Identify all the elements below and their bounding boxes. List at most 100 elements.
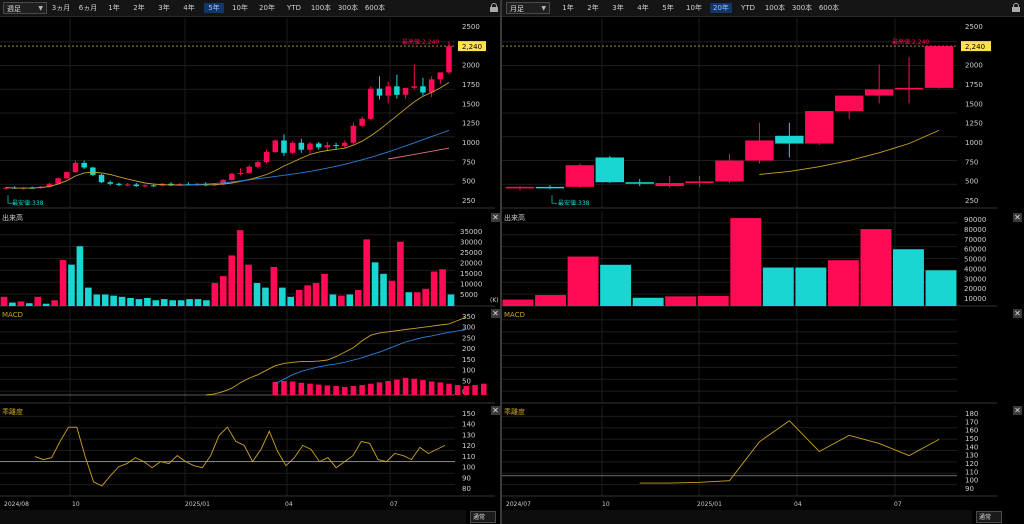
volume-bar (665, 296, 697, 306)
price-axis-label: 1000 (462, 139, 480, 147)
price-axis-label: 750 (965, 158, 978, 166)
volume-bar (152, 300, 160, 306)
candle-body (359, 118, 365, 126)
macd-axis-label: 300 (462, 324, 475, 332)
close-macd-icon[interactable]: ✕ (1013, 309, 1022, 318)
price-axis-label: 1500 (462, 100, 480, 108)
volume-axis-label: 40000 (964, 265, 986, 273)
candle-body (834, 95, 864, 112)
volume-bar (371, 262, 379, 306)
volume-bar (730, 218, 762, 306)
divergence-axis-label: 90 (965, 485, 974, 493)
divergence-title: 乖離度 (504, 407, 525, 416)
volume-bar (270, 266, 278, 306)
volume-bar (144, 297, 151, 306)
volume-axis-label: 5000 (460, 291, 478, 299)
candle-body (281, 140, 287, 153)
volume-bar (34, 296, 42, 306)
candle-body (505, 186, 535, 189)
volume-axis-label: 20000 (964, 285, 986, 293)
divergence-axis-label: 120 (965, 460, 978, 468)
price-axis-label: 2500 (462, 23, 480, 31)
close-volume-icon[interactable]: ✕ (491, 213, 500, 222)
volume-bar (287, 296, 295, 306)
volume-bar (177, 300, 185, 306)
volume-bar (0, 296, 8, 306)
candle-body (535, 186, 565, 189)
candle-body (924, 46, 954, 88)
candle-body (350, 125, 357, 143)
candle-body (124, 184, 131, 186)
scale-select[interactable]: 通常 (976, 511, 1002, 523)
macd-histogram-bar (428, 381, 435, 395)
macd-histogram-bar (298, 382, 305, 395)
volume-axis-label: 10000 (964, 295, 986, 303)
macd-axis-label: 350 (462, 313, 475, 321)
volume-bar (535, 295, 566, 306)
candle-body (428, 79, 435, 93)
volume-bar (346, 294, 354, 306)
volume-bar (76, 246, 84, 306)
time-scroll-strip[interactable] (0, 510, 466, 524)
volume-bar (68, 264, 75, 306)
volume-bar (110, 295, 117, 306)
candle-body (402, 87, 409, 95)
divergence-title: 乖離度 (2, 407, 23, 416)
volume-bar (118, 296, 126, 306)
macd-histogram-bar (359, 385, 365, 395)
macd-axis-label: 250 (462, 334, 475, 342)
time-axis-label: 2025/01 (185, 501, 210, 508)
candle-body (98, 174, 105, 183)
macd-histogram-bar (289, 381, 296, 395)
time-scroll-strip[interactable] (502, 510, 972, 524)
volume-bar (42, 303, 50, 306)
macd-histogram-bar (315, 384, 322, 395)
volume-bar (245, 264, 252, 306)
volume-bar (388, 280, 396, 306)
divergence-axis-label: 180 (965, 410, 978, 418)
candle-body (685, 181, 714, 183)
candle-body (595, 157, 625, 183)
volume-bar (160, 299, 168, 306)
close-divergence-icon[interactable]: ✕ (1013, 406, 1022, 415)
close-volume-icon[interactable]: ✕ (1013, 213, 1022, 222)
price-axis-label: 750 (462, 158, 475, 166)
volume-bar (211, 283, 219, 306)
low-price-label: 最安値:338 (558, 199, 590, 207)
volume-axis-label: 35000 (460, 228, 482, 236)
volume-title: 出来高 (2, 213, 23, 222)
volume-axis-label: 80000 (964, 226, 986, 234)
candle-body (775, 135, 804, 144)
volume-bar (93, 294, 101, 306)
price-axis-label: 2500 (965, 23, 983, 31)
divergence-axis-label: 110 (965, 468, 978, 476)
divergence-axis-label: 170 (965, 418, 978, 426)
price-axis-label: 1750 (965, 81, 983, 89)
close-macd-icon[interactable]: ✕ (491, 309, 500, 318)
macd-histogram-bar (402, 377, 409, 395)
candle-body (298, 142, 305, 150)
volume-bar (279, 287, 286, 306)
macd-histogram-bar (480, 383, 487, 395)
candle-body (150, 185, 157, 187)
candle-body (420, 86, 426, 93)
scale-select[interactable]: 通常 (470, 511, 496, 523)
volume-bar (380, 273, 387, 306)
macd-axis-label: 100 (462, 367, 475, 375)
divergence-axis-label: 80 (462, 485, 471, 493)
candle-body (333, 145, 339, 147)
volume-bar (228, 255, 236, 306)
price-axis-label: 1250 (965, 120, 983, 128)
high-price-label: 最高値:2,240 (892, 38, 929, 46)
candle-body (894, 87, 924, 90)
divergence-axis-label: 140 (462, 421, 475, 429)
macd-histogram-bar (272, 381, 279, 395)
divergence-axis-label: 150 (462, 410, 475, 418)
macd-histogram-bar (281, 381, 287, 395)
volume-bar (304, 285, 311, 306)
volume-axis-label: 30000 (460, 239, 482, 247)
candle-body (315, 143, 322, 148)
macd-histogram-bar (411, 378, 418, 395)
price-axis-label: 250 (965, 197, 978, 205)
close-divergence-icon[interactable]: ✕ (491, 406, 500, 415)
